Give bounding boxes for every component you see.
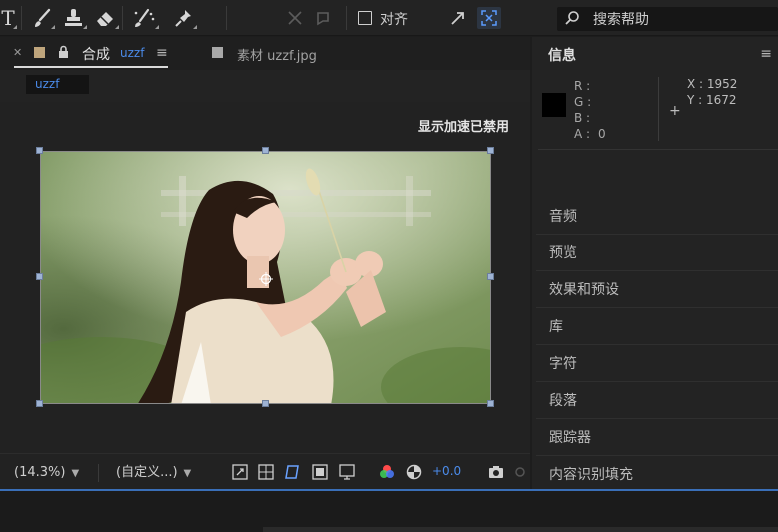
panel-effects-presets[interactable]: 效果和预设	[536, 272, 778, 308]
footage-color-swatch	[212, 47, 223, 58]
composition-tab-name[interactable]: uzzf	[120, 46, 144, 60]
info-section-divider	[538, 149, 778, 150]
puppet-pin-tool[interactable]	[172, 5, 197, 31]
snap-grid-icon	[481, 10, 497, 26]
alpha-label: A :	[574, 127, 591, 141]
transform-handle-top-right[interactable]	[487, 147, 494, 154]
crosshair-icon: +	[669, 103, 681, 119]
pin-icon	[175, 10, 191, 27]
lock-icon[interactable]	[58, 45, 69, 59]
gpu-acceleration-notice: 显示加速已禁用	[417, 120, 509, 135]
panel-menu-icon[interactable]: ≡	[760, 46, 772, 62]
timeline-panel-area	[0, 491, 778, 532]
composition-color-swatch	[34, 47, 45, 58]
transform-handle-bottom-left[interactable]	[36, 400, 43, 407]
magnification-dropdown[interactable]: (14.3%) ▼	[14, 462, 79, 484]
resolution-dropdown[interactable]: (自定义...) ▼	[116, 462, 191, 484]
brush-icon	[35, 8, 51, 27]
composition-viewer[interactable]: 显示加速已禁用	[0, 102, 530, 453]
rgb-channel-icon[interactable]	[379, 464, 395, 480]
axis-icon	[288, 11, 302, 25]
fast-previews-icon[interactable]	[232, 464, 248, 480]
transform-handle-left[interactable]	[36, 273, 43, 280]
toolbar-divider	[226, 6, 227, 30]
snapping-options[interactable]	[446, 5, 470, 31]
search-icon	[565, 11, 579, 25]
brush-tool[interactable]	[30, 5, 55, 31]
align-checkbox[interactable]	[358, 11, 372, 25]
panel-paragraph[interactable]: 段落	[536, 383, 778, 419]
panel-library[interactable]: 库	[536, 309, 778, 345]
toolbar-divider	[122, 6, 123, 30]
composition-tab-bar: ✕ 合成 uzzf ≡ 素材 uzzf.jpg	[0, 37, 530, 70]
world-axis-mode[interactable]	[312, 5, 334, 31]
local-axis-mode[interactable]	[284, 5, 306, 31]
active-tab-indicator	[14, 66, 168, 68]
panel-character[interactable]: 字符	[536, 346, 778, 382]
roto-brush-icon	[134, 8, 155, 27]
reset-exposure-icon[interactable]	[406, 464, 422, 480]
blue-label: B :	[574, 111, 591, 125]
resolution-value: (自定义...)	[116, 465, 178, 480]
panel-content-aware-fill[interactable]: 内容识别填充	[536, 457, 778, 493]
guides-grid-icon[interactable]	[339, 464, 355, 480]
green-label: G :	[574, 95, 592, 109]
chevron-down-icon: ▼	[183, 468, 192, 479]
bar-divider	[98, 464, 99, 482]
transform-handle-top[interactable]	[262, 147, 269, 154]
toolbar-divider	[21, 6, 22, 30]
help-search[interactable]: 搜索帮助	[557, 7, 778, 31]
chevron-down-icon: ▼	[71, 468, 80, 479]
composition-tab[interactable]: 合成	[82, 44, 110, 64]
panel-audio[interactable]: 音频	[536, 199, 778, 235]
alpha-value: 0	[598, 127, 606, 141]
world-axis-icon	[317, 12, 329, 26]
anchor-point-icon[interactable]	[259, 272, 273, 286]
close-tab-icon[interactable]: ✕	[13, 46, 22, 59]
transform-handle-right[interactable]	[487, 273, 494, 280]
snap-arrow-icon	[451, 12, 464, 25]
composition-panel: ✕ 合成 uzzf ≡ 素材 uzzf.jpg uzzf 显示加速已禁用 (14…	[0, 37, 530, 489]
text-tool[interactable]: T	[0, 5, 17, 31]
transform-handle-top-left[interactable]	[36, 147, 43, 154]
eraser-tool[interactable]	[92, 5, 119, 31]
transparency-grid-icon[interactable]	[258, 464, 274, 480]
transform-handle-bottom-right[interactable]	[487, 400, 494, 407]
main-toolbar: T 对齐 搜索帮助	[0, 0, 778, 36]
show-snapshot-icon[interactable]	[514, 464, 526, 480]
mask-visibility-icon[interactable]	[284, 464, 300, 480]
magnification-value: (14.3%)	[14, 465, 66, 480]
timeline-strip	[263, 527, 778, 532]
toolbar-divider	[346, 6, 347, 30]
eraser-icon	[97, 12, 113, 26]
hamburger-menu-icon[interactable]: ≡	[156, 45, 168, 61]
info-panel: 信息 ≡ R : G : B : A : 0 + X : 1952 Y : 16…	[532, 37, 778, 489]
camera-icon[interactable]	[488, 464, 504, 480]
transform-handle-bottom[interactable]	[262, 400, 269, 407]
info-divider	[658, 77, 659, 141]
clone-stamp-tool[interactable]	[60, 5, 87, 31]
x-coordinate: X : 1952	[687, 77, 738, 91]
region-of-interest-icon[interactable]	[312, 464, 328, 480]
footage-tab[interactable]: 素材 uzzf.jpg	[237, 45, 317, 64]
viewer-control-bar: (14.3%) ▼ (自定义...) ▼ +0.0	[0, 453, 530, 489]
search-input[interactable]: 搜索帮助	[593, 9, 649, 29]
composition-breadcrumb[interactable]: uzzf	[26, 75, 89, 94]
y-coordinate: Y : 1672	[687, 93, 737, 107]
panel-tracker[interactable]: 跟踪器	[536, 420, 778, 456]
roto-brush-tool[interactable]	[130, 5, 159, 31]
red-label: R :	[574, 79, 591, 93]
stamp-icon	[65, 9, 82, 26]
panel-preview[interactable]: 预览	[536, 235, 778, 271]
info-panel-title[interactable]: 信息	[548, 45, 576, 65]
color-sample-swatch	[542, 93, 566, 117]
snap-toggle-button[interactable]	[477, 7, 501, 29]
align-label: 对齐	[380, 12, 408, 28]
exposure-value[interactable]: +0.0	[432, 464, 461, 478]
